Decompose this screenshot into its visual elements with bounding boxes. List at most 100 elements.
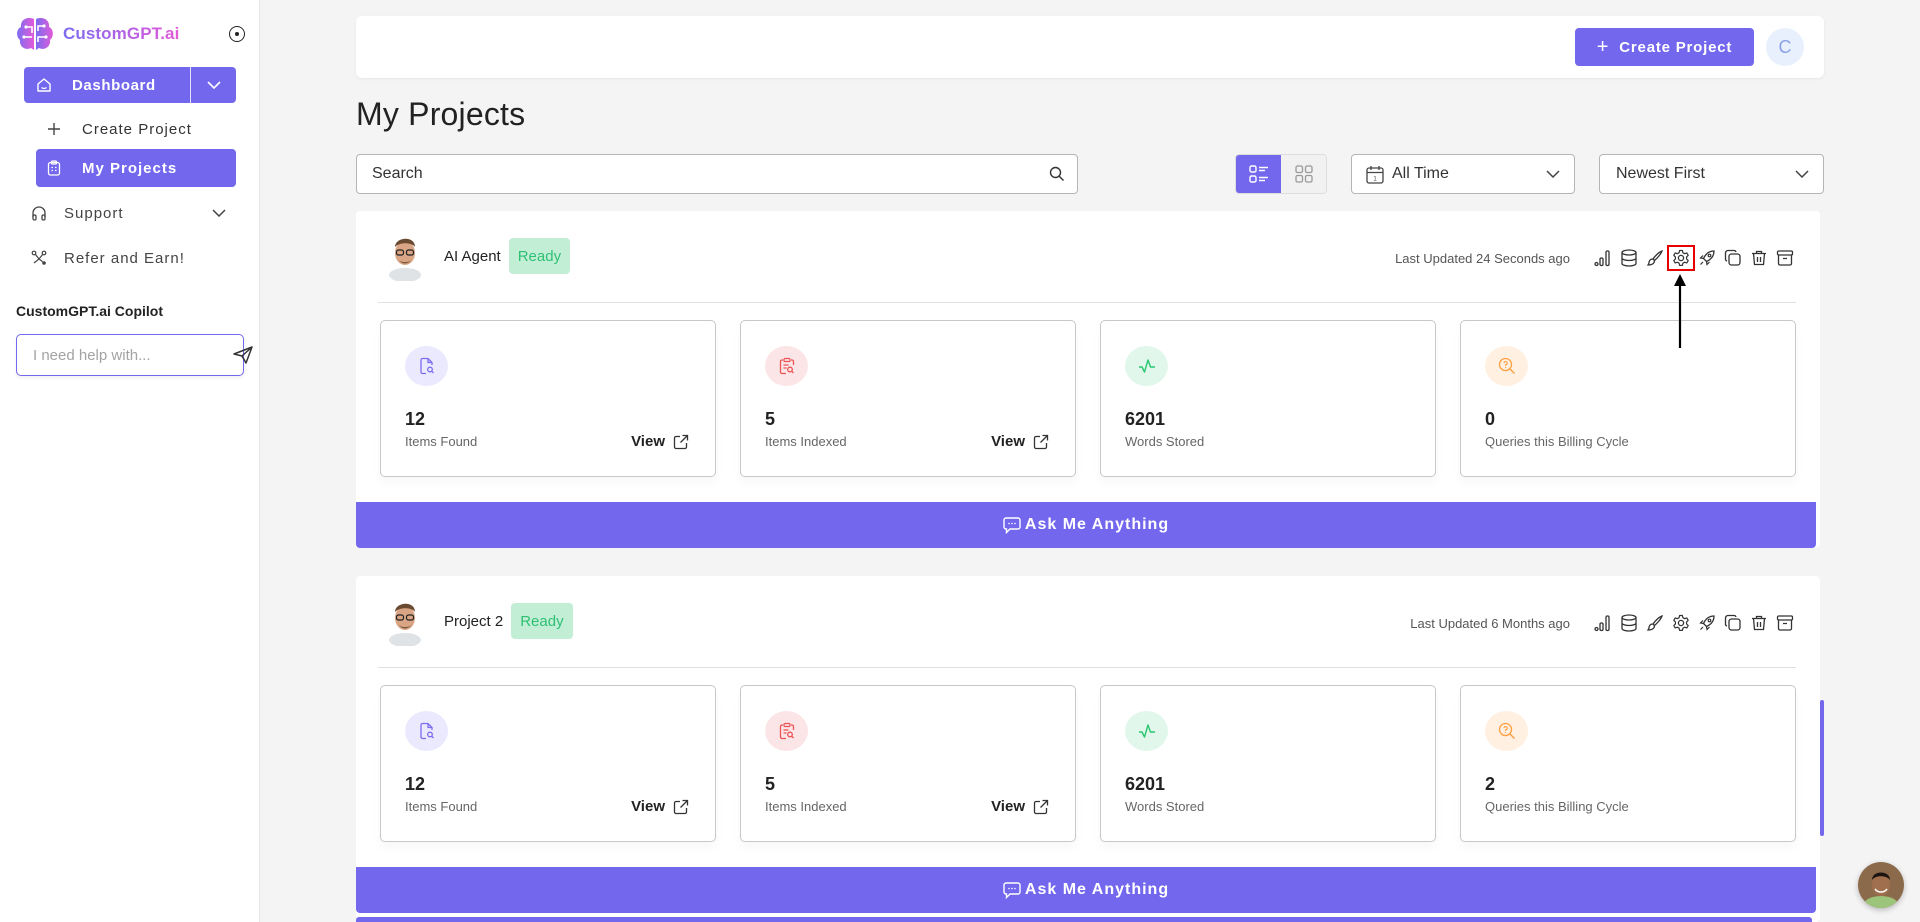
stat-words-stored: 6201 Words Stored (1100, 320, 1436, 477)
ask-label: Ask Me Anything (1024, 516, 1170, 533)
search-icon[interactable] (1037, 166, 1077, 182)
database-icon[interactable] (1616, 246, 1642, 270)
file-search-icon (405, 711, 448, 751)
dashboard-button[interactable]: Dashboard (24, 67, 190, 103)
dashboard-expand-button[interactable] (190, 67, 236, 103)
sidebar-item-support[interactable]: Support (24, 195, 236, 231)
stat-items-found: 12 Items Found View (380, 320, 716, 477)
external-link-icon (1033, 434, 1049, 450)
trash-icon[interactable] (1746, 246, 1772, 270)
rocket-icon[interactable] (1694, 611, 1720, 635)
brush-icon[interactable] (1642, 611, 1668, 635)
brush-icon[interactable] (1642, 246, 1668, 270)
stat-value: 0 (1485, 409, 1496, 429)
stat-queries: 2 Queries this Billing Cycle (1460, 685, 1796, 842)
chat-icon (1003, 516, 1021, 534)
time-filter-select[interactable]: 1 All Time (1351, 154, 1575, 194)
copilot-input-box (16, 334, 253, 376)
support-chat-avatar[interactable] (1858, 862, 1904, 908)
database-icon[interactable] (1616, 611, 1642, 635)
stat-label: Items Indexed (765, 799, 847, 814)
archive-icon[interactable] (1772, 246, 1798, 270)
trash-icon[interactable] (1746, 611, 1772, 635)
ask-me-anything-button[interactable]: Ask Me Anything (356, 502, 1816, 548)
view-link[interactable]: View (991, 433, 1049, 450)
view-link[interactable]: View (991, 798, 1049, 815)
headphones-icon (30, 204, 48, 222)
grid-view-button[interactable] (1281, 155, 1326, 193)
view-link[interactable]: View (631, 433, 689, 450)
send-icon[interactable] (232, 335, 254, 375)
list-view-button[interactable] (1236, 155, 1281, 193)
view-label: View (991, 798, 1025, 815)
analytics-icon[interactable] (1590, 246, 1616, 270)
user-avatar[interactable]: C (1766, 28, 1804, 66)
plus-icon: + (1596, 36, 1610, 58)
duplicate-icon[interactable] (1720, 246, 1746, 270)
sort-select[interactable]: Newest First (1599, 154, 1824, 194)
chevron-down-icon (1795, 170, 1809, 178)
project-stats: 12 Items Found View 5 Items Indexed View… (380, 320, 1796, 477)
chevron-down-icon (212, 209, 226, 217)
file-search-icon (405, 346, 448, 386)
stat-value: 5 (765, 774, 776, 794)
external-link-icon (1033, 799, 1049, 815)
sidebar-toggle-icon[interactable] (229, 26, 245, 42)
duplicate-icon[interactable] (1720, 611, 1746, 635)
project-meta: Last Updated 24 Seconds ago (1395, 245, 1798, 271)
create-project-label: Create Project (82, 120, 192, 138)
sidebar-item-create-project[interactable]: Create Project (36, 110, 236, 148)
stat-value: 12 (405, 409, 426, 429)
status-badge: Ready (508, 238, 571, 274)
project-name[interactable]: AI Agent (444, 248, 501, 265)
clipboard-search-icon (765, 346, 808, 386)
calendar-icon: 1 (1366, 165, 1384, 184)
project-meta: Last Updated 6 Months ago (1410, 611, 1798, 635)
query-search-icon (1485, 346, 1528, 386)
stat-value: 5 (765, 409, 776, 429)
copilot-input[interactable] (17, 335, 232, 375)
settings-gear-icon[interactable] (1668, 611, 1694, 635)
time-filter-value: All Time (1392, 165, 1449, 182)
logo[interactable]: CustomGPT.ai (15, 15, 245, 53)
chat-icon (1003, 881, 1021, 899)
external-link-icon (673, 799, 689, 815)
sidebar-item-my-projects[interactable]: My Projects (36, 149, 236, 187)
stat-label: Words Stored (1125, 434, 1205, 449)
query-search-icon (1485, 711, 1528, 751)
stat-value: 2 (1485, 774, 1496, 794)
divider (378, 667, 1796, 668)
ask-label: Ask Me Anything (1024, 881, 1170, 898)
brand-name: CustomGPT.ai (63, 24, 180, 43)
external-link-icon (673, 434, 689, 450)
create-project-button[interactable]: + Create Project (1575, 28, 1754, 66)
stat-items-indexed: 5 Items Indexed View (740, 320, 1076, 477)
support-agent-photo (1858, 862, 1904, 908)
stat-value: 6201 (1125, 774, 1166, 794)
project-header: Project 2 Ready (382, 596, 573, 646)
my-projects-label: My Projects (82, 159, 178, 177)
last-updated: Last Updated 24 Seconds ago (1395, 250, 1570, 266)
status-badge: Ready (511, 603, 573, 639)
settings-gear-icon[interactable] (1667, 245, 1695, 271)
chevron-down-icon (1546, 170, 1560, 178)
project-card: AI Agent Ready Last Updated 24 Seconds a… (356, 211, 1820, 548)
top-bar: + Create Project C (356, 16, 1824, 78)
search-box (356, 154, 1078, 194)
project-stats: 12 Items Found View 5 Items Indexed View… (380, 685, 1796, 842)
grid-view-icon (1294, 165, 1313, 183)
view-link[interactable]: View (631, 798, 689, 815)
ask-me-anything-button[interactable]: Ask Me Anything (356, 867, 1816, 913)
sidebar-item-refer[interactable]: Refer and Earn! (24, 240, 236, 276)
rocket-icon[interactable] (1694, 246, 1720, 270)
support-label: Support (64, 204, 124, 222)
scrollbar-thumb[interactable] (1820, 700, 1824, 836)
archive-icon[interactable] (1772, 611, 1798, 635)
view-label: View (631, 433, 665, 450)
search-input[interactable] (357, 155, 1037, 193)
project-name[interactable]: Project 2 (444, 613, 503, 630)
stat-label: Items Indexed (765, 434, 847, 449)
analytics-icon[interactable] (1590, 611, 1616, 635)
project-card: Project 2 Ready Last Updated 6 Months ag… (356, 576, 1820, 922)
activity-icon (1125, 711, 1168, 751)
